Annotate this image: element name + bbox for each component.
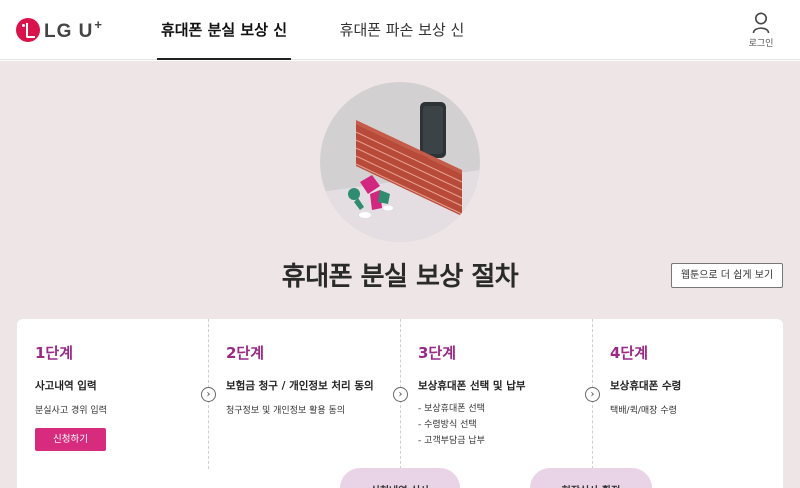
tab-damaged-phone-claim[interactable]: 휴대폰 파손 보상 신청 xyxy=(334,0,470,99)
top-header: LG U+ 휴대폰 분실 보상 신청 휴대폰 파손 보상 신청 로그인 xyxy=(0,0,800,99)
login-label: 로그인 xyxy=(748,39,774,49)
chevron-right-icon: › xyxy=(201,387,216,402)
review-stage-badge: 신청내역 심사 xyxy=(340,468,460,488)
steps-panel: 1단계 사고내역 입력 분실사고 경위 입력 신청하기 2단계 보험금 청구 /… xyxy=(17,319,783,488)
logo-plus: + xyxy=(94,17,103,32)
step-name: 보험금 청구 / 개인정보 처리 동의 xyxy=(226,380,374,392)
list-item: - 보상휴대폰 선택 xyxy=(418,404,485,414)
step-item-list: - 보상휴대폰 선택 - 수령방식 선택 - 고객부담금 납부 xyxy=(418,401,485,449)
step-description: 청구정보 및 개인정보 활용 동의 xyxy=(226,406,346,416)
step-number: 3단계 xyxy=(418,344,457,362)
lg-logo-icon xyxy=(16,18,40,42)
user-icon xyxy=(752,12,770,34)
step-1: 1단계 사고내역 입력 분실사고 경위 입력 신청하기 xyxy=(17,319,208,469)
step-description: 분실사고 경위 입력 xyxy=(35,406,107,416)
list-item: - 고객부담금 납부 xyxy=(418,436,485,446)
hero-section: 휴대폰 분실 보상 절차 웹툰으로 더 쉽게 보기 1단계 사고내역 입력 분실… xyxy=(0,61,800,488)
step-name: 보상휴대폰 선택 및 납부 xyxy=(418,380,526,392)
chevron-right-icon: › xyxy=(585,387,600,402)
tab-lost-phone-claim[interactable]: 휴대폰 분실 보상 신청 xyxy=(157,0,291,99)
step-3: 3단계 보상휴대폰 선택 및 납부 - 보상휴대폰 선택 - 수령방식 선택 -… xyxy=(400,319,592,469)
step-name: 보상휴대폰 수령 xyxy=(610,380,682,392)
step-2: 2단계 보험금 청구 / 개인정보 처리 동의 청구정보 및 개인정보 활용 동… xyxy=(208,319,400,469)
step-number: 1단계 xyxy=(35,344,74,362)
step-number: 2단계 xyxy=(226,344,265,362)
confirm-stage-badge: 현장심사 확정 xyxy=(530,468,652,488)
step-number: 4단계 xyxy=(610,344,649,362)
page-title: 휴대폰 분실 보상 절차 xyxy=(281,262,519,292)
apply-button[interactable]: 신청하기 xyxy=(35,428,106,451)
lg-uplus-logo[interactable]: LG U+ xyxy=(16,17,103,43)
logo-text: LG U xyxy=(44,21,94,42)
step-description: 택배/퀵/매장 수령 xyxy=(610,406,677,416)
chevron-right-icon: › xyxy=(393,387,408,402)
list-item: - 수령방식 선택 xyxy=(418,420,477,430)
step-4: 4단계 보상휴대폰 수령 택배/퀵/매장 수령 xyxy=(592,319,783,469)
login-button[interactable]: 로그인 xyxy=(746,12,776,49)
lost-phone-illustration xyxy=(320,82,480,242)
webtoon-guide-button[interactable]: 웹툰으로 더 쉽게 보기 xyxy=(671,263,783,288)
step-name: 사고내역 입력 xyxy=(35,380,97,392)
